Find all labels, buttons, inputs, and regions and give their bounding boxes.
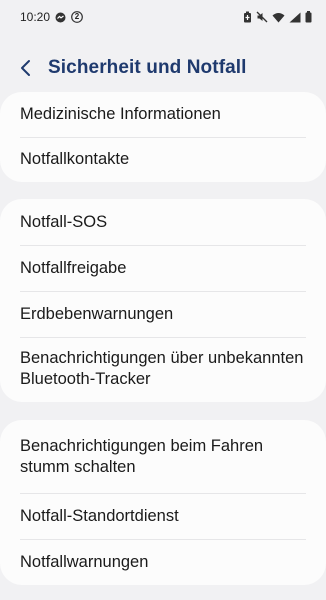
battery-saver-icon (243, 11, 252, 23)
list-item-emergency-alerts[interactable]: Notfallwarnungen (0, 539, 326, 585)
list-item-label: Notfall-SOS (20, 212, 108, 231)
settings-group-alerts: Benachrichtigungen beim Fahren stumm sch… (0, 420, 326, 585)
list-item-unknown-tracker-alerts[interactable]: Benachrichtigungen über unbekannten Blue… (0, 337, 326, 401)
notification-count-icon: 2 (71, 11, 83, 23)
list-item-emergency-sos[interactable]: Notfall-SOS (0, 199, 326, 245)
wifi-icon (272, 12, 285, 23)
list-item-label: Notfallfreigabe (20, 258, 127, 277)
list-item-label: Benachrichtigungen beim Fahren stumm sch… (20, 436, 264, 476)
mute-icon (256, 11, 268, 23)
signal-icon (289, 12, 301, 23)
status-bar-right (243, 11, 312, 23)
settings-group-medical: Medizinische Informationen Notfallkontak… (0, 92, 326, 182)
settings-group-emergency: Notfall-SOS Notfallfreigabe Erdbebenwarn… (0, 199, 326, 402)
list-item-label: Notfallwarnungen (20, 552, 149, 571)
list-item-emergency-contacts[interactable]: Notfallkontakte (0, 137, 326, 182)
notification-count: 2 (74, 12, 80, 21)
list-item-emergency-location-service[interactable]: Notfall-Standortdienst (0, 493, 326, 539)
chevron-left-icon (21, 60, 30, 76)
list-item-medical-info[interactable]: Medizinische Informationen (0, 92, 326, 137)
list-item-label: Notfallkontakte (20, 150, 130, 168)
status-bar-left: 10:20 2 (20, 10, 83, 24)
list-item-emergency-sharing[interactable]: Notfallfreigabe (0, 245, 326, 291)
list-item-mute-while-driving[interactable]: Benachrichtigungen beim Fahren stumm sch… (0, 420, 326, 493)
list-item-label: Erdbebenwarnungen (20, 304, 174, 323)
back-button[interactable] (8, 50, 44, 86)
list-item-earthquake-alerts[interactable]: Erdbebenwarnungen (0, 291, 326, 337)
page-title: Sicherheit und Notfall (48, 57, 247, 78)
battery-icon (305, 11, 312, 23)
list-item-label: Notfall-Standortdienst (20, 506, 179, 525)
messenger-icon (55, 12, 66, 23)
status-time: 10:20 (20, 10, 51, 24)
list-item-label: Medizinische Informationen (20, 105, 221, 123)
app-header: Sicherheit und Notfall (0, 48, 326, 88)
status-bar: 10:20 2 (0, 0, 326, 34)
list-item-label: Benachrichtigungen über unbekannten Blue… (20, 349, 304, 388)
